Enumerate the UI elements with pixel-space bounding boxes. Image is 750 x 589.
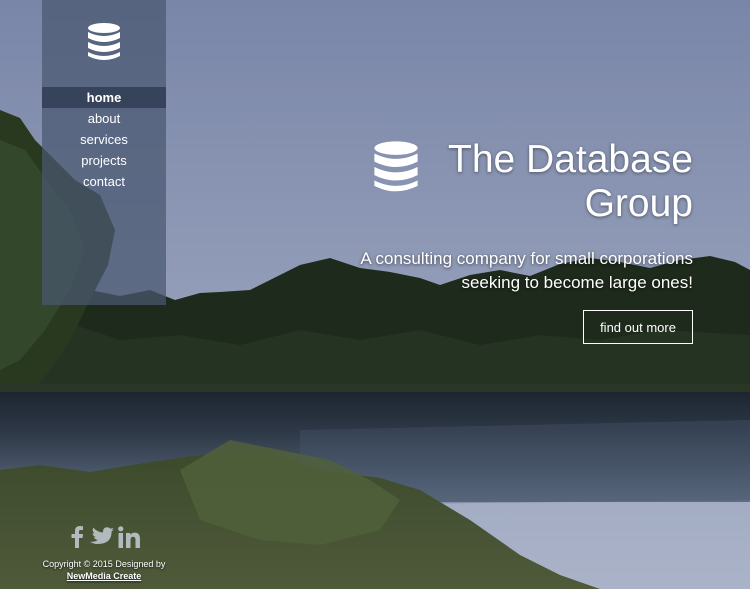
sidebar: home about services projects contact: [42, 0, 166, 305]
copyright-text: Copyright © 2015 Designed by: [42, 559, 166, 569]
nav-item-about[interactable]: about: [42, 108, 166, 129]
title-line-1: The Database: [448, 138, 693, 181]
designer-link[interactable]: NewMedia Create: [67, 571, 142, 581]
nav-item-home[interactable]: home: [42, 87, 166, 108]
nav-item-projects[interactable]: projects: [42, 150, 166, 171]
tagline-line-1: A consulting company for small corporati…: [360, 249, 693, 268]
nav-item-services[interactable]: services: [42, 129, 166, 150]
database-icon[interactable]: [87, 22, 121, 62]
tagline-line-2: seeking to become large ones!: [461, 273, 693, 292]
twitter-icon[interactable]: [90, 526, 114, 548]
title-line-2: Group: [584, 182, 693, 225]
linkedin-icon[interactable]: [118, 526, 140, 548]
nav-item-contact[interactable]: contact: [42, 171, 166, 192]
nav-menu: home about services projects contact: [42, 87, 166, 192]
tagline: A consulting company for small corporati…: [333, 247, 693, 295]
social-links: [70, 526, 142, 550]
copyright: Copyright © 2015 Designed by NewMedia Cr…: [40, 558, 168, 582]
hero-brand: The Database Group: [373, 138, 693, 230]
page-title: The Database Group: [443, 138, 693, 226]
facebook-icon[interactable]: [70, 526, 84, 548]
database-icon: [374, 141, 418, 192]
find-out-more-button[interactable]: find out more: [583, 310, 693, 344]
